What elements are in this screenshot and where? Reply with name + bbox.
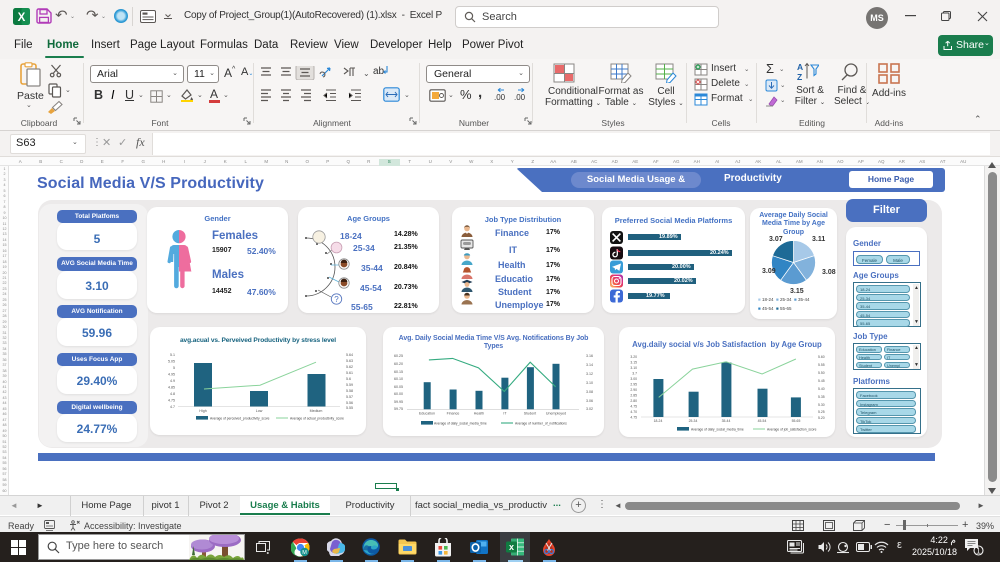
svg-text:35-44: 35-44 [722, 419, 731, 423]
svg-text:5.55: 5.55 [346, 406, 353, 410]
svg-text:IT: IT [503, 412, 507, 416]
svg-text:55-65: 55-65 [792, 419, 801, 423]
svg-text:?: ? [334, 295, 339, 304]
svg-text:Finance: Finance [447, 412, 460, 416]
svg-text:5.64: 5.64 [346, 353, 353, 357]
svg-text:2.90: 2.90 [630, 388, 637, 392]
svg-text:5.63: 5.63 [346, 359, 353, 363]
svg-text:Average of actual_productivity: Average of actual_productivity_score [290, 417, 344, 421]
svg-text:4.8: 4.8 [170, 392, 175, 396]
svg-text:High: High [199, 409, 206, 413]
svg-text:60.10: 60.10 [394, 377, 403, 381]
svg-text:5.30: 5.30 [818, 403, 825, 407]
svg-text:60.00: 60.00 [394, 392, 403, 396]
svg-text:5.1: 5.1 [170, 353, 175, 357]
svg-text:4.9: 4.9 [170, 379, 175, 383]
svg-text:60.25: 60.25 [394, 354, 403, 358]
svg-text:4.85: 4.85 [168, 386, 175, 390]
svg-text:x: x [509, 542, 514, 552]
svg-text:3.00: 3.00 [630, 377, 637, 381]
svg-text:⌄: ⌄ [363, 69, 370, 78]
svg-text:18-24: 18-24 [654, 419, 663, 423]
svg-text:5: 5 [173, 366, 175, 370]
svg-text:Average of daily_social_media_: Average of daily_social_media_time [691, 428, 744, 432]
svg-text:3.20: 3.20 [630, 355, 637, 359]
svg-text:4.75: 4.75 [630, 416, 637, 420]
svg-text:5.25: 5.25 [818, 410, 825, 414]
svg-text:60.20: 60.20 [394, 362, 403, 366]
svg-text:3.14: 3.14 [586, 363, 593, 367]
svg-text:2.80: 2.80 [630, 399, 637, 403]
svg-text:59.75: 59.75 [394, 407, 403, 411]
svg-text:3.10: 3.10 [630, 366, 637, 370]
svg-text:4.7: 4.7 [170, 405, 175, 409]
svg-text:5.05: 5.05 [168, 360, 175, 364]
svg-text:Average of daily_social_media_: Average of daily_social_media_time [434, 422, 487, 426]
svg-text:59.95: 59.95 [394, 400, 403, 404]
svg-text:5.61: 5.61 [346, 371, 353, 375]
svg-text:4.75: 4.75 [168, 399, 175, 403]
svg-text:45-54: 45-54 [758, 419, 767, 423]
svg-text:25-34: 25-34 [689, 419, 698, 423]
svg-text:5.57: 5.57 [346, 395, 353, 399]
svg-text:.00: .00 [514, 93, 526, 102]
svg-text:.00: .00 [494, 93, 506, 102]
svg-text:5.62: 5.62 [346, 365, 353, 369]
svg-text:5.55: 5.55 [818, 363, 825, 367]
svg-text:60.15: 60.15 [394, 370, 403, 374]
svg-text:3.16: 3.16 [586, 354, 593, 358]
svg-text:3.7: 3.7 [632, 372, 637, 376]
svg-text:2.95: 2.95 [630, 383, 637, 387]
svg-text:A: A [797, 62, 803, 72]
svg-text:5.58: 5.58 [346, 389, 353, 393]
svg-text:60.05: 60.05 [394, 385, 403, 389]
svg-text:3.02: 3.02 [586, 407, 593, 411]
svg-text:5.56: 5.56 [346, 401, 353, 405]
svg-text:Health: Health [474, 412, 484, 416]
svg-text:4.75: 4.75 [630, 405, 637, 409]
svg-text:4.70: 4.70 [630, 410, 637, 414]
svg-text:5.40: 5.40 [818, 387, 825, 391]
svg-text:Unemployed: Unemployed [546, 412, 566, 416]
svg-text:3.08: 3.08 [586, 390, 593, 394]
svg-text:5.50: 5.50 [818, 371, 825, 375]
svg-text:5.6: 5.6 [346, 377, 351, 381]
svg-text:Z: Z [797, 72, 802, 82]
svg-text:Average of perceived_productiv: Average of perceived_productivity_score [210, 417, 270, 421]
svg-text:5.45: 5.45 [818, 379, 825, 383]
svg-text:M: M [302, 550, 307, 556]
svg-text:3.12: 3.12 [586, 372, 593, 376]
svg-text:2.85: 2.85 [630, 394, 637, 398]
svg-text:Average of number_of_notificat: Average of number_of_notifications [515, 422, 567, 426]
svg-text:1: 1 [976, 547, 981, 556]
svg-text:5.35: 5.35 [818, 395, 825, 399]
svg-text:5.59: 5.59 [346, 383, 353, 387]
svg-text:3.15: 3.15 [630, 361, 637, 365]
svg-text:3.10: 3.10 [586, 381, 593, 385]
svg-text:Education: Education [419, 412, 435, 416]
svg-text:ab: ab [373, 66, 385, 77]
svg-text:Low: Low [256, 409, 263, 413]
svg-text:Student: Student [524, 412, 536, 416]
svg-text:4.95: 4.95 [168, 373, 175, 377]
svg-text:3.06: 3.06 [586, 399, 593, 403]
svg-text:5.60: 5.60 [818, 355, 825, 359]
svg-text:5.20: 5.20 [818, 416, 825, 420]
svg-text:Medium: Medium [310, 409, 323, 413]
svg-text:Average of job_satisfaction_sc: Average of job_satisfaction_score [767, 428, 817, 432]
